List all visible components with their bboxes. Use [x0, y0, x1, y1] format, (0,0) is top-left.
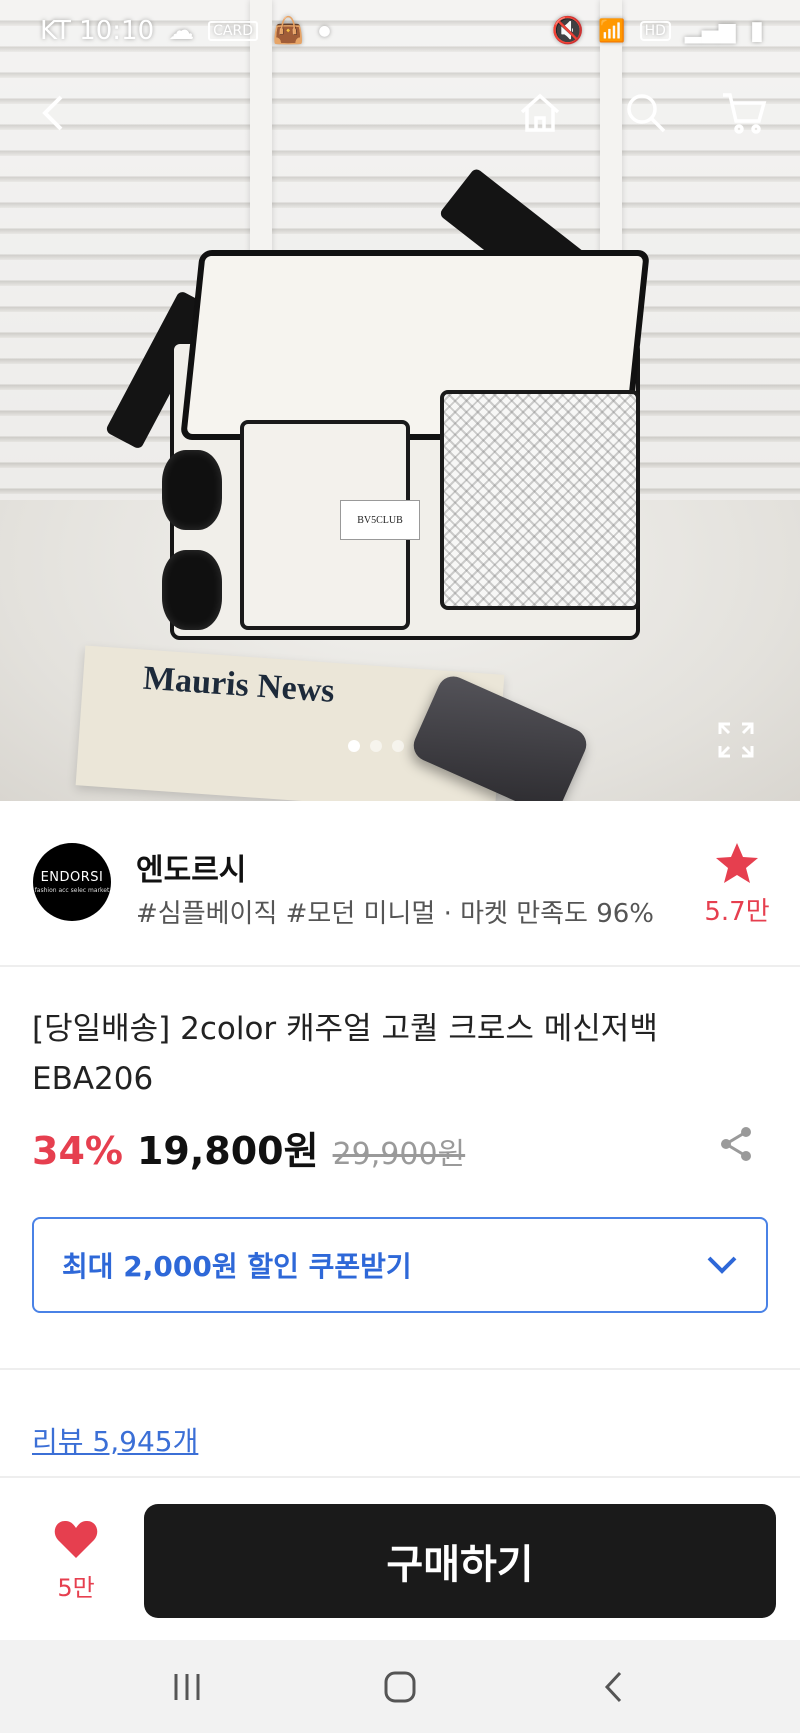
carousel-dot	[392, 740, 404, 752]
home-circle-icon	[384, 1671, 416, 1702]
star-icon	[716, 843, 758, 883]
sale-price: 19,800원	[136, 1129, 319, 1173]
product-title: [당일배송] 2color 캐주얼 고퀄 크로스 메신저백 EBA206	[32, 1011, 658, 1097]
discount-rate: 34%	[32, 1129, 123, 1173]
signal-icon: ▂▄▆	[684, 18, 736, 44]
back-button[interactable]	[22, 80, 82, 146]
like-count: 5만	[57, 1574, 95, 1602]
seller-name[interactable]: 엔도르시	[136, 845, 246, 889]
carousel-dot-active	[348, 740, 360, 752]
seller-row[interactable]: ENDORSI fashion acc selec market 엔도르시 #심…	[0, 801, 800, 967]
system-back-button[interactable]	[583, 1657, 643, 1717]
carousel-dot	[370, 740, 382, 752]
notification-dot-icon: ●	[318, 23, 331, 39]
shopping-bag-icon: 👜	[271, 16, 305, 46]
original-price: 29,900원	[332, 1137, 466, 1172]
cart-icon	[723, 93, 767, 134]
mute-icon: 🔇	[551, 16, 585, 46]
seller-logo[interactable]: ENDORSI fashion acc selec market	[33, 843, 111, 921]
card-icon: CARD	[208, 21, 258, 41]
favorite-count: 5.7만	[704, 897, 770, 927]
logo-subtext: fashion acc selec market	[34, 887, 110, 894]
expand-icon[interactable]	[716, 720, 756, 760]
cart-button[interactable]	[714, 80, 774, 146]
price-row: 34% 19,800원 29,900원	[32, 1120, 465, 1175]
chevron-down-icon	[707, 1256, 737, 1274]
heart-icon	[54, 1520, 98, 1558]
hd-badge: HD	[639, 21, 671, 41]
carousel-indicator	[348, 740, 404, 752]
share-button[interactable]	[716, 1124, 756, 1164]
like-button[interactable]: 5만	[40, 1518, 112, 1603]
status-time: KT 10:10	[40, 16, 155, 46]
seller-tags: #심플베이직 #모던 미니멀 · 마켓 만족도 96%	[136, 899, 655, 929]
coupon-label: 최대 2,000원 할인 쿠폰받기	[62, 1250, 412, 1283]
search-icon	[627, 94, 666, 133]
product-page: BV5CLUB Mauris News KT 10:10 ☁ CARD 👜 ● …	[0, 0, 800, 1733]
cloud-icon: ☁	[168, 16, 195, 46]
section-divider	[0, 1368, 800, 1370]
home-icon	[520, 93, 560, 132]
top-navigation	[0, 80, 800, 146]
bag-brand-label: BV5CLUB	[340, 500, 420, 540]
share-icon	[721, 1127, 751, 1161]
battery-icon: ▮	[749, 16, 764, 46]
recent-apps-button[interactable]	[157, 1657, 217, 1717]
system-navigation-bar	[0, 1640, 800, 1733]
review-link[interactable]: 리뷰 5,945개	[32, 1420, 198, 1460]
back-arrow-icon	[42, 95, 63, 131]
search-button[interactable]	[616, 80, 676, 146]
newspaper-title: Mauris News	[141, 659, 336, 710]
recent-apps-icon	[174, 1673, 200, 1700]
status-bar: KT 10:10 ☁ CARD 👜 ● 🔇 📶 HD ▂▄▆ ▮	[0, 0, 800, 62]
home-button[interactable]	[510, 80, 570, 146]
sunglasses-image	[150, 430, 240, 660]
coupon-button[interactable]: 최대 2,000원 할인 쿠폰받기	[32, 1217, 768, 1313]
favorite-seller-button[interactable]: 5.7만	[700, 841, 774, 928]
system-back-icon	[605, 1671, 622, 1702]
system-home-button[interactable]	[370, 1657, 430, 1717]
wifi-icon: 📶	[598, 18, 626, 44]
logo-text: ENDORSI	[40, 870, 104, 885]
bottom-action-bar: 5만 구매하기	[0, 1476, 800, 1640]
buy-button[interactable]: 구매하기	[144, 1504, 776, 1618]
product-bag-image: BV5CLUB	[104, 167, 660, 650]
